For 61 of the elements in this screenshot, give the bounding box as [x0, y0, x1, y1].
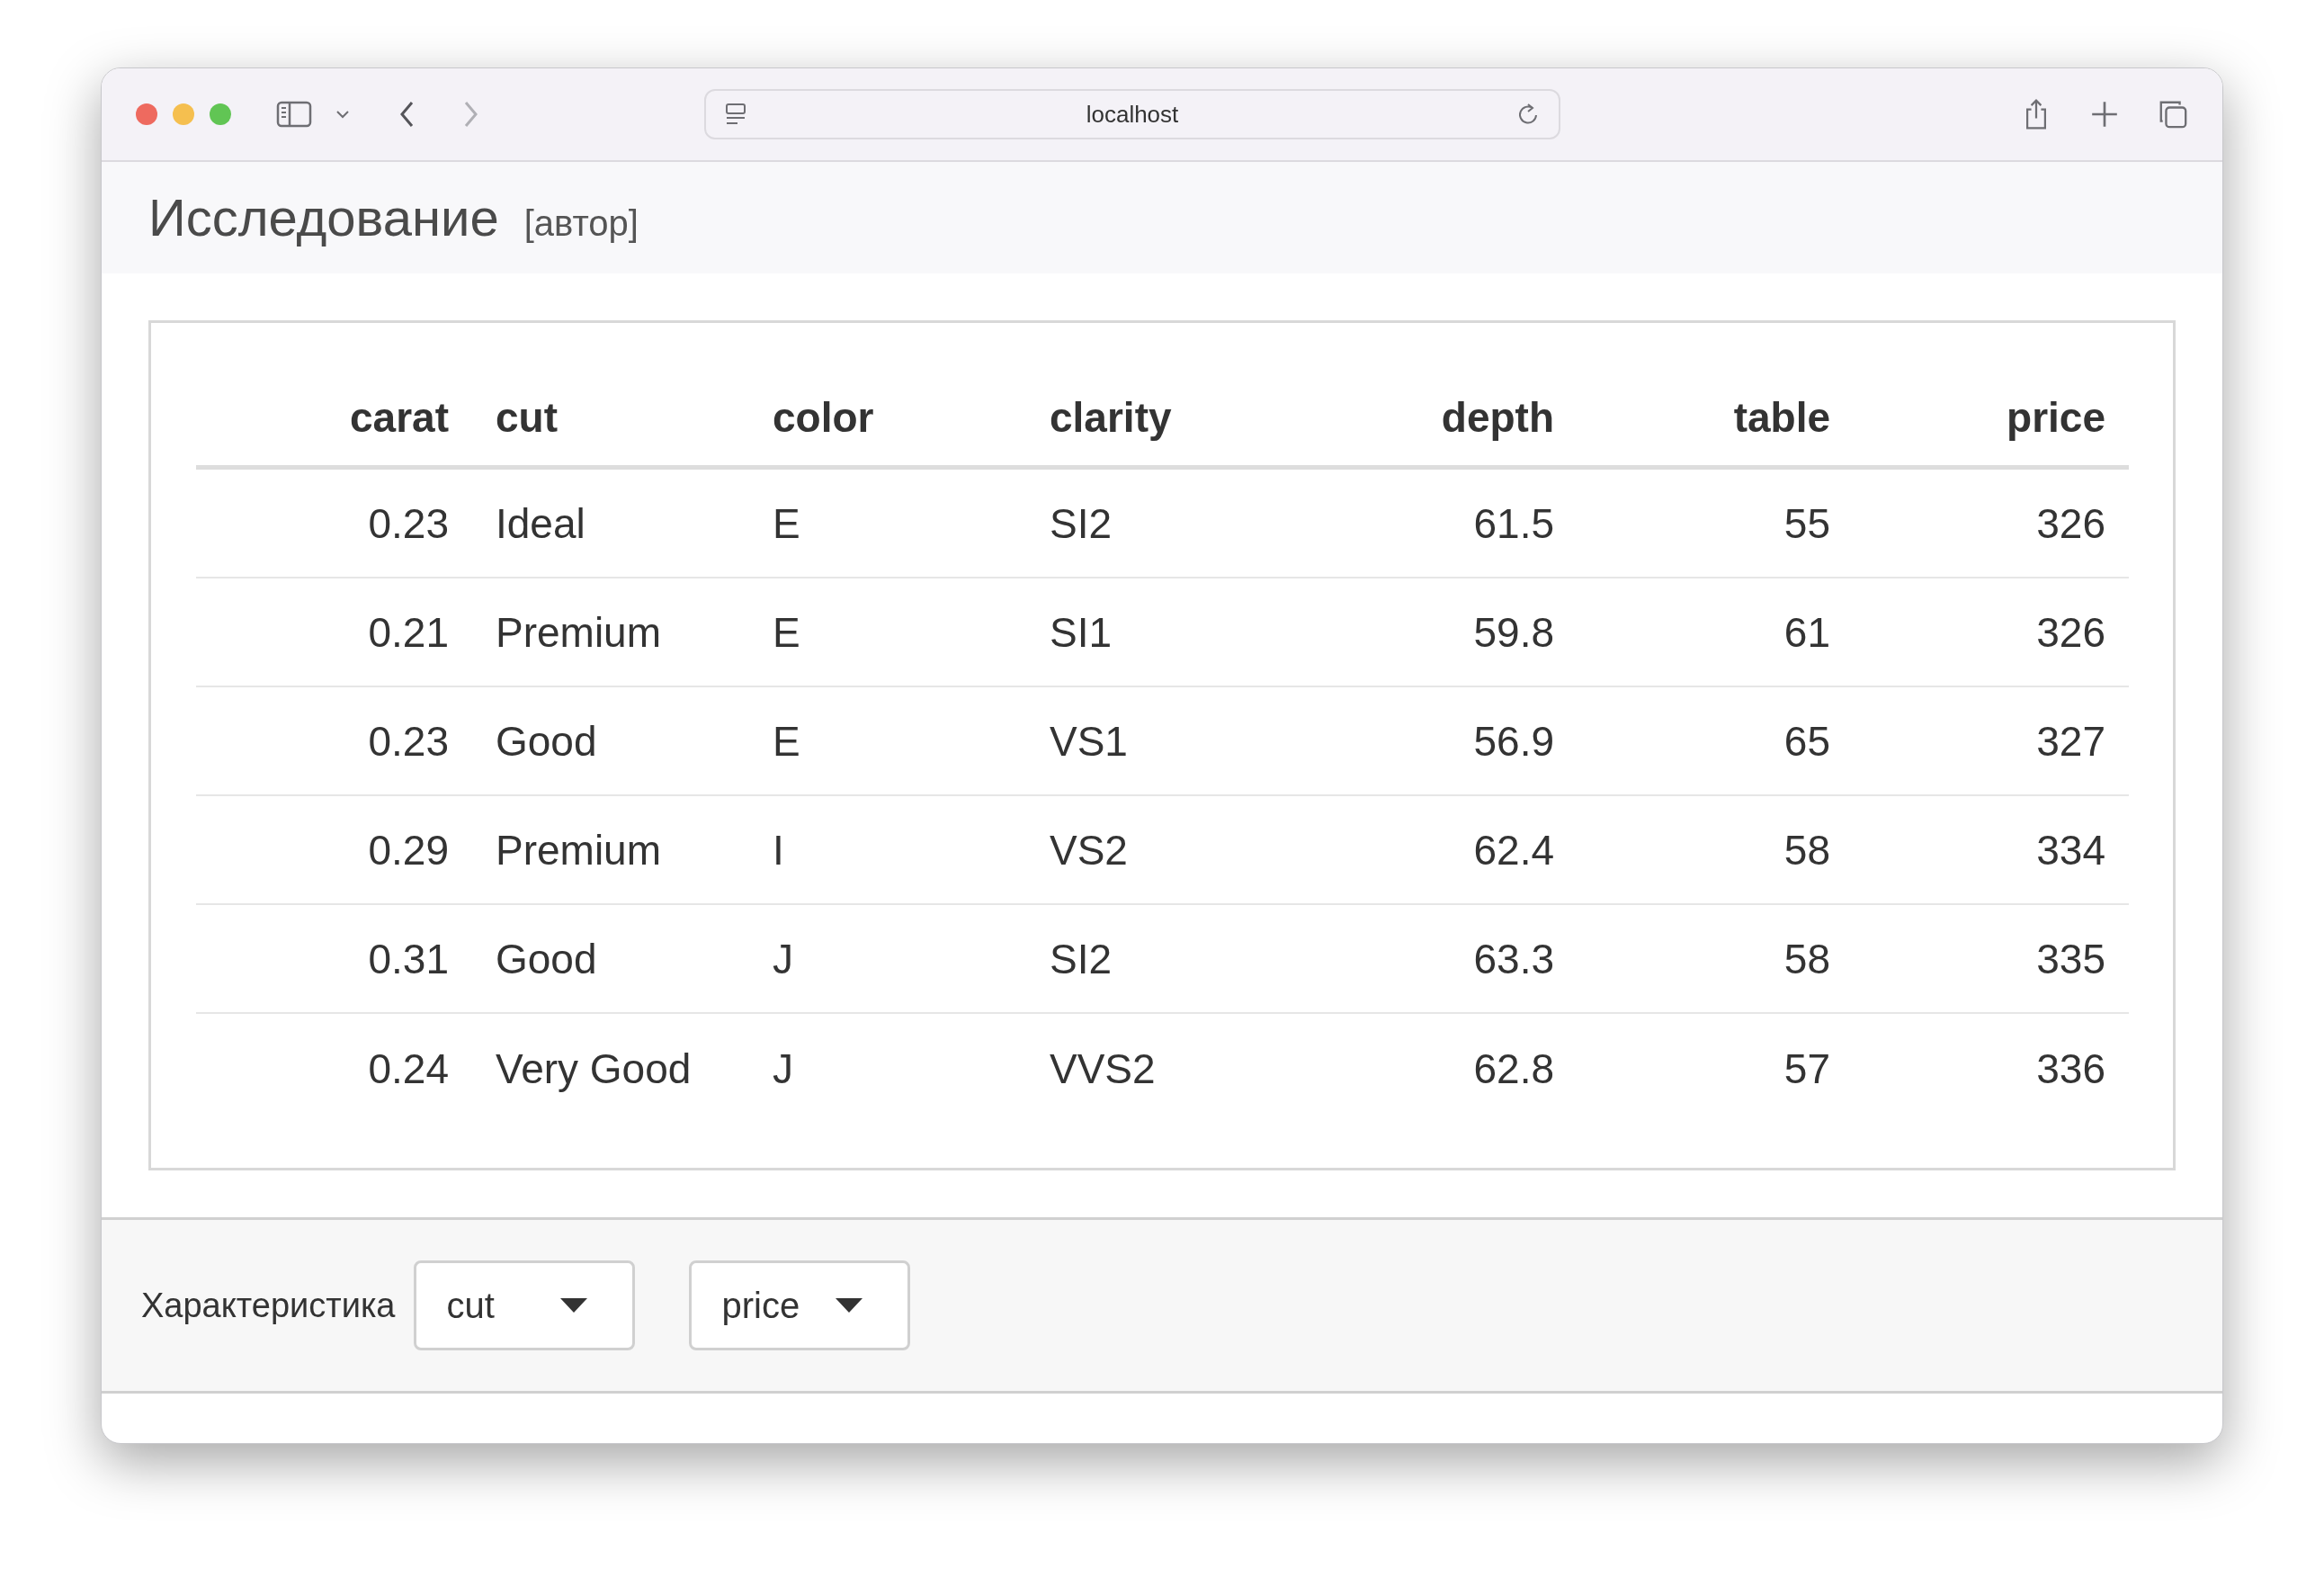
table-cell: VS1 [1026, 687, 1305, 796]
table-cell: 0.23 [196, 470, 472, 578]
table-cell: 61.5 [1305, 470, 1578, 578]
app-title: Исследование [148, 187, 499, 247]
table-cell: E [749, 687, 1026, 796]
table-cell: 327 [1854, 687, 2129, 796]
table-cell: E [749, 578, 1026, 687]
table-cell: Premium [472, 796, 749, 905]
close-button[interactable] [136, 103, 157, 125]
table-cell: 61 [1578, 578, 1854, 687]
column-header: color [749, 393, 1026, 470]
table-cell-text: 62.8 [1472, 1044, 1555, 1094]
table-cell-text: Very Good [495, 1044, 693, 1094]
table-cell-text: J [772, 1044, 794, 1094]
table-cell: 0.23 [196, 687, 472, 796]
table-cell: 0.31 [196, 905, 472, 1014]
table-cell: 335 [1854, 905, 2129, 1014]
column-header: cut [472, 393, 749, 470]
table-cell-text: VVS2 [1049, 1044, 1157, 1094]
table-cell: 59.8 [1305, 578, 1578, 687]
caret-icon [835, 1298, 863, 1313]
column-header: table [1578, 393, 1854, 470]
table-cell: 55 [1578, 470, 1854, 578]
table-cell: 326 [1854, 470, 2129, 578]
table-cell-text: 57 [1783, 1044, 1831, 1094]
table-cell: VS2 [1026, 796, 1305, 905]
table-cell: 63.3 [1305, 905, 1578, 1014]
app-subtitle: [автор] [523, 203, 639, 244]
column-header: price [1854, 393, 2129, 470]
table-cell: SI1 [1026, 578, 1305, 687]
table-cell: 58 [1578, 905, 1854, 1014]
address-bar[interactable]: localhost [704, 89, 1560, 139]
table-cell-text: 336 [2035, 1044, 2106, 1094]
table-cell: SI2 [1026, 470, 1305, 578]
table-cell: 334 [1854, 796, 2129, 905]
table-cell: E [749, 470, 1026, 578]
table-cell: 0.21 [196, 578, 472, 687]
caret-icon [559, 1298, 587, 1313]
table-cell: Good [472, 687, 749, 796]
table-cell: 58 [1578, 796, 1854, 905]
chevron-down-icon[interactable] [335, 110, 350, 119]
address-text: localhost [1085, 100, 1180, 129]
table-cell: 0.29 [196, 796, 472, 905]
table-cell: 65 [1578, 687, 1854, 796]
table-cell: 62.4 [1305, 796, 1578, 905]
sidebar-icon[interactable] [276, 100, 312, 129]
table-cell-text: 0.24 [367, 1044, 450, 1094]
column-header: depth [1305, 393, 1578, 470]
table-cell: I [749, 796, 1026, 905]
column-header: carat [196, 393, 472, 470]
table-cell: SI2 [1026, 905, 1305, 1014]
table-cell: J [749, 905, 1026, 1014]
dropdown[interactable]: cut [413, 1260, 635, 1350]
dropdown[interactable]: price [688, 1260, 910, 1350]
table-cell: Good [472, 905, 749, 1014]
column-header: clarity [1026, 393, 1305, 470]
table-cell: Ideal [472, 470, 749, 578]
table-cell: 326 [1854, 578, 2129, 687]
table-cell: 56.9 [1305, 687, 1578, 796]
field-label: Характеристика [141, 1286, 396, 1325]
table-cell: Premium [472, 578, 749, 687]
